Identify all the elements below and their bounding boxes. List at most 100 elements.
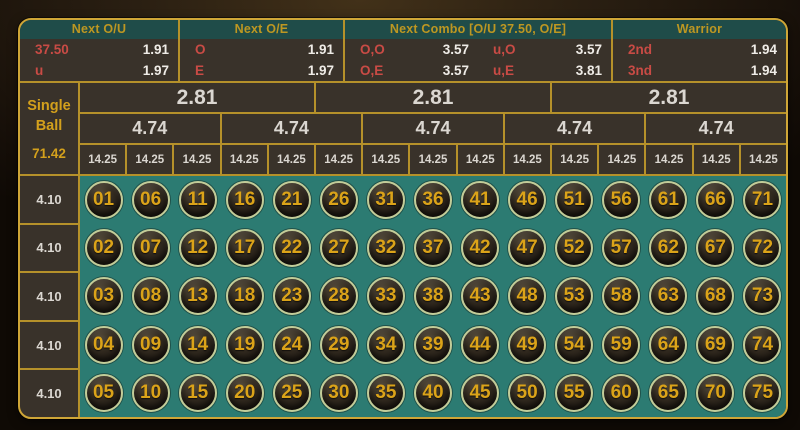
ball-01[interactable]: 01 xyxy=(85,181,123,219)
ball-39[interactable]: 39 xyxy=(414,326,452,364)
bet-single-column-9[interactable]: 14.25 xyxy=(456,145,503,174)
ball-49[interactable]: 49 xyxy=(508,326,546,364)
bet-row-5[interactable]: 4.10 xyxy=(20,370,78,417)
ball-53[interactable]: 53 xyxy=(555,277,593,315)
bet-single-column-13[interactable]: 14.25 xyxy=(644,145,691,174)
ball-43[interactable]: 43 xyxy=(461,277,499,315)
ball-54[interactable]: 54 xyxy=(555,326,593,364)
ball-07[interactable]: 07 xyxy=(132,229,170,267)
bet-row-2[interactable]: 4.10 xyxy=(20,225,78,274)
bet-three-columns-3[interactable]: 4.74 xyxy=(361,114,503,143)
ball-72[interactable]: 72 xyxy=(743,229,781,267)
ball-05[interactable]: 05 xyxy=(85,374,123,412)
ball-68[interactable]: 68 xyxy=(696,277,734,315)
bet-single-column-3[interactable]: 14.25 xyxy=(172,145,219,174)
bet-single-column-4[interactable]: 14.25 xyxy=(220,145,267,174)
ball-22[interactable]: 22 xyxy=(273,229,311,267)
ball-15[interactable]: 15 xyxy=(179,374,217,412)
bet-five-columns-2[interactable]: 2.81 xyxy=(314,83,550,112)
ball-30[interactable]: 30 xyxy=(320,374,358,412)
ball-69[interactable]: 69 xyxy=(696,326,734,364)
ball-14[interactable]: 14 xyxy=(179,326,217,364)
ball-12[interactable]: 12 xyxy=(179,229,217,267)
ball-60[interactable]: 60 xyxy=(602,374,640,412)
ball-70[interactable]: 70 xyxy=(696,374,734,412)
bet-five-columns-1[interactable]: 2.81 xyxy=(80,83,314,112)
ball-25[interactable]: 25 xyxy=(273,374,311,412)
ball-47[interactable]: 47 xyxy=(508,229,546,267)
bet-row-4[interactable]: 4.10 xyxy=(20,322,78,371)
bet-single-column-7[interactable]: 14.25 xyxy=(361,145,408,174)
ball-24[interactable]: 24 xyxy=(273,326,311,364)
odds-bet-next-oe-O[interactable]: O1.91 xyxy=(180,39,343,60)
ball-19[interactable]: 19 xyxy=(226,326,264,364)
odds-bet-next-combo-u,E[interactable]: u,E3.81 xyxy=(478,60,611,81)
ball-48[interactable]: 48 xyxy=(508,277,546,315)
ball-18[interactable]: 18 xyxy=(226,277,264,315)
ball-21[interactable]: 21 xyxy=(273,181,311,219)
ball-40[interactable]: 40 xyxy=(414,374,452,412)
ball-57[interactable]: 57 xyxy=(602,229,640,267)
ball-55[interactable]: 55 xyxy=(555,374,593,412)
odds-bet-next-ou-u[interactable]: u1.97 xyxy=(20,60,178,81)
bet-single-column-5[interactable]: 14.25 xyxy=(267,145,314,174)
ball-31[interactable]: 31 xyxy=(367,181,405,219)
ball-33[interactable]: 33 xyxy=(367,277,405,315)
bet-single-column-15[interactable]: 14.25 xyxy=(739,145,786,174)
ball-10[interactable]: 10 xyxy=(132,374,170,412)
ball-51[interactable]: 51 xyxy=(555,181,593,219)
bet-five-columns-3[interactable]: 2.81 xyxy=(550,83,786,112)
ball-13[interactable]: 13 xyxy=(179,277,217,315)
ball-66[interactable]: 66 xyxy=(696,181,734,219)
odds-bet-next-ou-37.50[interactable]: 37.501.91 xyxy=(20,39,178,60)
ball-06[interactable]: 06 xyxy=(132,181,170,219)
ball-23[interactable]: 23 xyxy=(273,277,311,315)
ball-42[interactable]: 42 xyxy=(461,229,499,267)
odds-bet-next-combo-O,E[interactable]: O,E3.57 xyxy=(345,60,478,81)
ball-63[interactable]: 63 xyxy=(649,277,687,315)
ball-35[interactable]: 35 xyxy=(367,374,405,412)
odds-bet-warrior-2nd[interactable]: 2nd1.94 xyxy=(613,39,786,60)
ball-36[interactable]: 36 xyxy=(414,181,452,219)
bet-single-column-1[interactable]: 14.25 xyxy=(80,145,125,174)
ball-45[interactable]: 45 xyxy=(461,374,499,412)
bet-single-column-10[interactable]: 14.25 xyxy=(503,145,550,174)
ball-73[interactable]: 73 xyxy=(743,277,781,315)
bet-single-column-8[interactable]: 14.25 xyxy=(408,145,455,174)
bet-three-columns-2[interactable]: 4.74 xyxy=(220,114,362,143)
ball-38[interactable]: 38 xyxy=(414,277,452,315)
ball-08[interactable]: 08 xyxy=(132,277,170,315)
odds-bet-warrior-3nd[interactable]: 3nd1.94 xyxy=(613,60,786,81)
ball-58[interactable]: 58 xyxy=(602,277,640,315)
ball-59[interactable]: 59 xyxy=(602,326,640,364)
ball-20[interactable]: 20 xyxy=(226,374,264,412)
ball-56[interactable]: 56 xyxy=(602,181,640,219)
ball-75[interactable]: 75 xyxy=(743,374,781,412)
bet-single-column-14[interactable]: 14.25 xyxy=(692,145,739,174)
bet-single-column-2[interactable]: 14.25 xyxy=(125,145,172,174)
ball-27[interactable]: 27 xyxy=(320,229,358,267)
ball-74[interactable]: 74 xyxy=(743,326,781,364)
ball-65[interactable]: 65 xyxy=(649,374,687,412)
bet-row-1[interactable]: 4.10 xyxy=(20,176,78,225)
ball-34[interactable]: 34 xyxy=(367,326,405,364)
ball-41[interactable]: 41 xyxy=(461,181,499,219)
bet-three-columns-5[interactable]: 4.74 xyxy=(644,114,786,143)
bet-single-column-12[interactable]: 14.25 xyxy=(597,145,644,174)
ball-11[interactable]: 11 xyxy=(179,181,217,219)
ball-17[interactable]: 17 xyxy=(226,229,264,267)
ball-28[interactable]: 28 xyxy=(320,277,358,315)
bet-row-3[interactable]: 4.10 xyxy=(20,273,78,322)
odds-bet-next-oe-E[interactable]: E1.97 xyxy=(180,60,343,81)
ball-16[interactable]: 16 xyxy=(226,181,264,219)
ball-03[interactable]: 03 xyxy=(85,277,123,315)
ball-02[interactable]: 02 xyxy=(85,229,123,267)
bet-single-column-6[interactable]: 14.25 xyxy=(314,145,361,174)
ball-26[interactable]: 26 xyxy=(320,181,358,219)
ball-37[interactable]: 37 xyxy=(414,229,452,267)
ball-29[interactable]: 29 xyxy=(320,326,358,364)
ball-67[interactable]: 67 xyxy=(696,229,734,267)
ball-52[interactable]: 52 xyxy=(555,229,593,267)
ball-71[interactable]: 71 xyxy=(743,181,781,219)
ball-50[interactable]: 50 xyxy=(508,374,546,412)
